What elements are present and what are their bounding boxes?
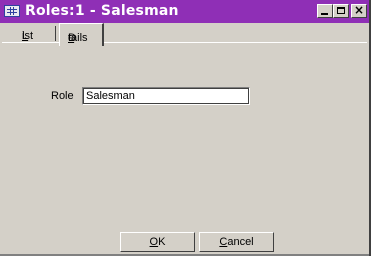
ok-mnemonic: O	[149, 236, 159, 248]
dialog-window: Roles:1 - Salesman × List De tails Role S…	[0, 0, 371, 256]
tab-strip: List De tails	[0, 23, 369, 46]
ok-button[interactable]: OK	[120, 232, 195, 252]
title-bar[interactable]: Roles:1 - Salesman ×	[0, 0, 369, 23]
minimize-icon	[321, 13, 328, 15]
ok-label: K	[158, 236, 166, 248]
role-label: Role	[51, 90, 74, 102]
tab-details[interactable]: De tails	[59, 23, 104, 46]
tab-list-label: ist	[22, 30, 33, 42]
close-icon: ×	[353, 3, 365, 17]
tab-panel-border	[2, 42, 367, 43]
tab-details-label: tails	[68, 32, 88, 44]
close-button[interactable]: ×	[351, 3, 367, 18]
maximize-button[interactable]	[333, 4, 349, 18]
minimize-button[interactable]	[317, 4, 333, 18]
tab-list[interactable]: List	[2, 26, 48, 43]
window-title: Roles:1 - Salesman	[25, 3, 179, 19]
cancel-label: ancel	[227, 236, 254, 248]
tab-separator	[55, 26, 56, 41]
window-bottom-edge	[0, 254, 369, 256]
maximize-icon	[337, 7, 345, 14]
role-input[interactable]: Salesman	[82, 87, 250, 105]
cancel-button[interactable]: Cancel	[199, 232, 274, 252]
table-icon[interactable]	[4, 5, 20, 17]
